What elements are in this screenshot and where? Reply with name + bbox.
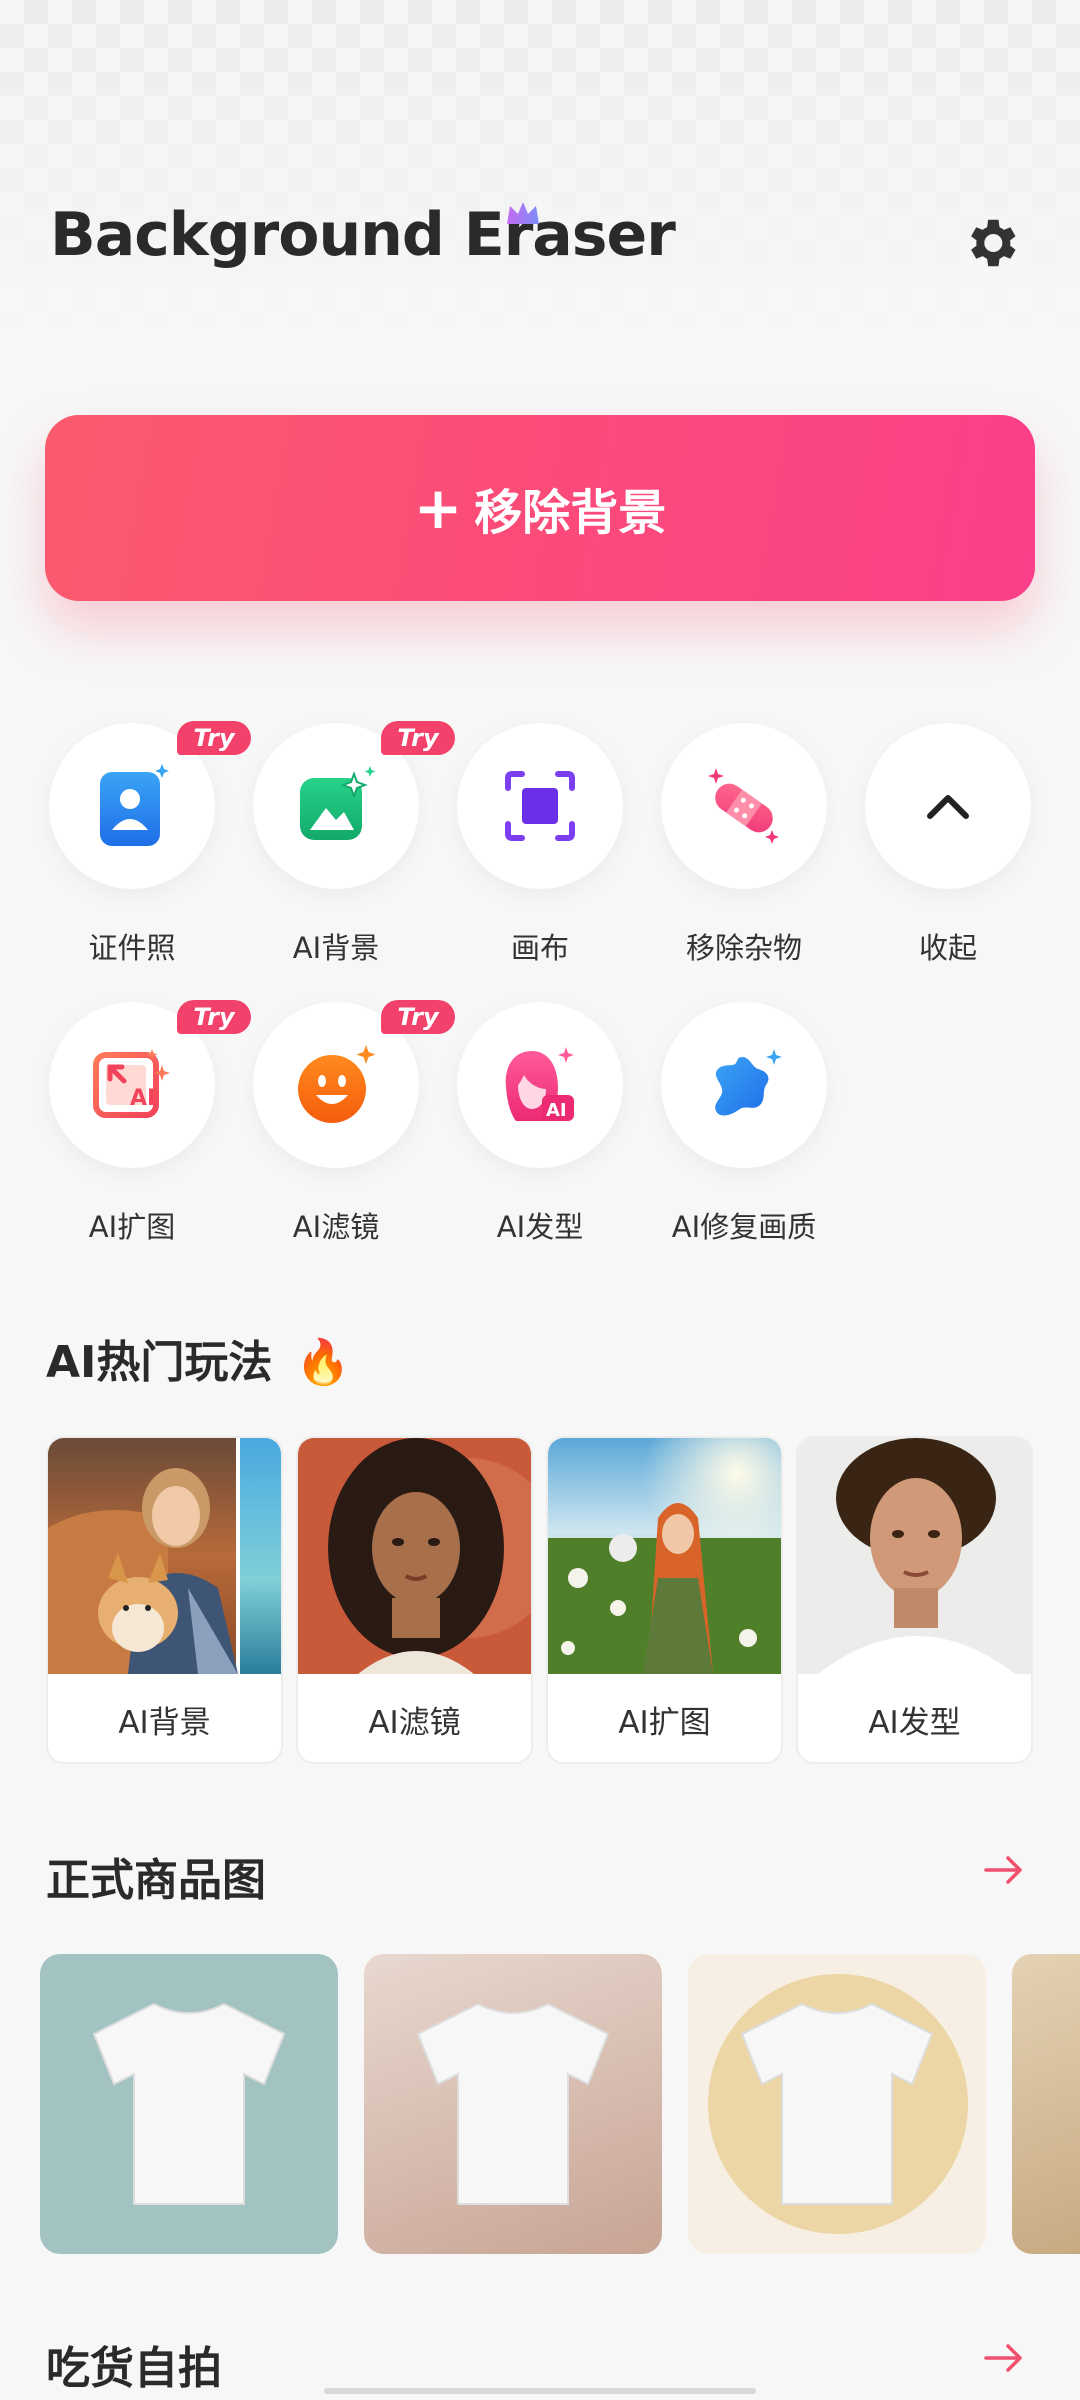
svg-text:AI: AI	[130, 1086, 155, 1111]
tool-label: AI修复画质	[671, 1210, 817, 1244]
tool-ai-hairstyle[interactable]: AI AI发型	[440, 1002, 640, 1246]
hot-card-image	[798, 1438, 1031, 1674]
hot-section-title-text: AI热门玩法	[46, 1337, 273, 1388]
hot-card-label: AI背景	[118, 1704, 211, 1741]
tool-ai-expand[interactable]: AI Try AI扩图	[32, 1000, 251, 1246]
ai-enhance-icon	[715, 1049, 782, 1116]
tool-ai-enhance[interactable]: AI修复画质	[644, 1002, 844, 1246]
tool-label: AI滤镜	[292, 1210, 380, 1244]
tool-label: 收起	[918, 931, 977, 965]
hot-card-label: AI滤镜	[368, 1704, 461, 1741]
tool-canvas[interactable]: 画布	[440, 723, 640, 967]
gear-icon	[971, 219, 1016, 267]
product-card[interactable]	[40, 1954, 338, 2254]
ai-expand-icon: AI	[93, 1049, 170, 1118]
hot-card-ai-expand[interactable]: AI扩图	[546, 1436, 783, 1764]
chevron-up-icon	[927, 795, 969, 819]
crown-icon	[507, 202, 539, 224]
canvas-icon	[505, 771, 575, 841]
remove-background-button[interactable]: + 移除背景	[45, 415, 1035, 601]
svg-text:AI: AI	[546, 1100, 567, 1121]
fire-emoji: 🔥	[295, 1337, 351, 1388]
hot-section-title: AI热门玩法 🔥	[46, 1326, 351, 1390]
hot-card-ai-hairstyle[interactable]: AI发型	[796, 1436, 1033, 1764]
tool-ai-filter[interactable]: Try AI滤镜	[236, 1000, 455, 1246]
tool-label: 移除杂物	[685, 931, 802, 965]
tshirt-image	[416, 2002, 610, 2205]
product-section-arrow[interactable]	[980, 1846, 1028, 1894]
app-title: Background Eraser	[50, 200, 676, 270]
product-section-title: 正式商品图	[46, 1855, 266, 1906]
id-photo-icon	[100, 764, 169, 846]
tshirt-image	[740, 2002, 934, 2205]
tool-ai-background[interactable]: Try AI背景	[236, 721, 455, 967]
hot-card-image	[48, 1438, 281, 1674]
arrow-right-icon	[984, 1856, 1022, 1884]
hot-card-label: AI扩图	[618, 1704, 711, 1741]
product-card[interactable]	[688, 1954, 986, 2254]
tool-collapse[interactable]: 收起	[848, 723, 1048, 967]
tool-id-photo[interactable]: Try 证件照	[32, 721, 251, 967]
tshirt-image	[92, 2002, 286, 2205]
ai-filter-smiley-icon	[298, 1045, 376, 1123]
tool-label: AI扩图	[88, 1210, 176, 1244]
product-card-partial[interactable]	[1012, 1954, 1080, 2254]
settings-button[interactable]	[956, 208, 1026, 278]
ai-hairstyle-icon: AI	[505, 1047, 574, 1121]
tool-remove-objects[interactable]: 移除杂物	[644, 723, 844, 967]
ai-background-icon	[300, 766, 376, 840]
product-card[interactable]	[364, 1954, 662, 2254]
tool-label: AI发型	[496, 1210, 584, 1244]
hot-card-image	[298, 1438, 531, 1674]
remove-background-label: 移除背景	[474, 485, 667, 541]
tool-label: AI背景	[292, 931, 380, 965]
food-section-arrow[interactable]	[980, 2334, 1028, 2382]
food-section-title: 吃货自拍	[46, 2343, 222, 2394]
checkerboard-background	[0, 0, 1080, 330]
hot-card-image	[548, 1438, 781, 1674]
hot-card-ai-filter[interactable]: AI滤镜	[296, 1436, 533, 1764]
tool-label: 证件照	[88, 931, 176, 965]
plus-icon: +	[413, 474, 463, 542]
home-indicator	[324, 2388, 756, 2394]
bandage-remove-icon	[708, 768, 779, 844]
hot-card-label: AI发型	[868, 1704, 961, 1741]
tool-label: 画布	[510, 931, 569, 965]
hot-card-ai-background[interactable]: AI背景	[46, 1436, 283, 1764]
arrow-right-icon	[984, 2344, 1022, 2372]
